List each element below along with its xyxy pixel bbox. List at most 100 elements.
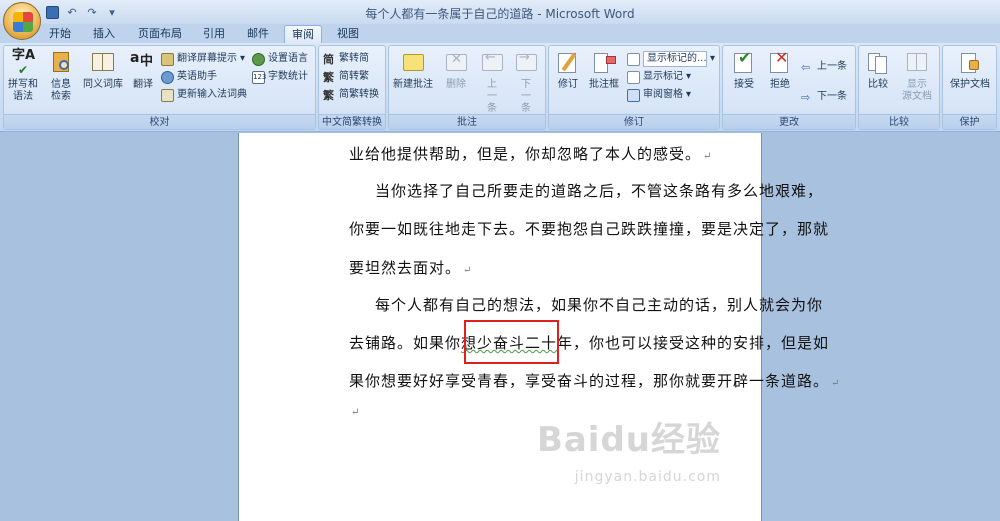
watermark-url: jingyan.baidu.com: [574, 469, 721, 485]
tab-review[interactable]: 审阅: [284, 25, 322, 43]
track-changes-label: 修订: [558, 79, 578, 90]
next-comment-label: 下一条: [521, 79, 531, 114]
delete-comment-icon: ✕: [443, 50, 469, 76]
display-for-review-dropdown[interactable]: 显示标记的... ▾: [627, 50, 715, 68]
thesaurus-label: 同义词库: [83, 79, 123, 90]
prev-comment-icon: ←: [479, 50, 505, 76]
tab-page-layout[interactable]: 页面布局: [132, 25, 188, 43]
english-assistant-icon: [161, 70, 174, 84]
compare-button[interactable]: 比较: [861, 50, 895, 91]
next-comment-button[interactable]: → 下一条: [509, 50, 543, 115]
update-ime-label: 更新输入法词典: [177, 89, 247, 100]
doc-line-text: 当你选择了自己所要走的道路之后，不管这条路有多么地艰难，: [375, 182, 824, 200]
reject-button[interactable]: ✕ 拒绝: [763, 50, 797, 91]
spelling-label: 拼写和 语法: [8, 79, 38, 102]
new-comment-icon: [400, 50, 426, 76]
translate-label: 翻译: [133, 79, 153, 90]
spelling-grammar-button[interactable]: 字A ✔ 拼写和 语法: [6, 49, 40, 103]
chinese-convert-button[interactable]: 繁 简繁转换: [323, 86, 379, 104]
tab-view[interactable]: 视图: [330, 25, 366, 43]
doc-line-text: 每个人都有自己的想法，如果你不自己主动的话，别人就会为你: [375, 296, 824, 314]
tab-insert[interactable]: 插入: [86, 25, 122, 43]
group-proofing-label: 校对: [4, 114, 315, 129]
group-tracking-label: 修订: [549, 114, 719, 129]
group-proofing: 字A ✔ 拼写和 语法 信息 检索 同义词库 a 中 翻译 翻译屏幕提示 ▾ 英…: [3, 45, 316, 130]
track-changes-icon: [555, 50, 581, 76]
english-assistant-label: 英语助手: [177, 71, 217, 82]
english-assistant-button[interactable]: 英语助手: [161, 68, 217, 86]
translate-icon: a 中: [130, 50, 154, 69]
delete-comment-button[interactable]: ✕ 删除: [439, 50, 473, 91]
paragraph-mark: ↵: [831, 378, 841, 389]
next-change-label: 下一条: [817, 91, 847, 102]
office-button[interactable]: [3, 2, 41, 40]
paragraph-mark: ↵: [463, 265, 473, 276]
balloons-button[interactable]: 批注框: [587, 50, 621, 91]
doc-line: 当你选择了自己所要走的道路之后，不管这条路有多么地艰难，: [375, 180, 823, 201]
show-markup-icon: [627, 70, 640, 84]
accept-button[interactable]: ✔ 接受: [727, 50, 761, 91]
reviewing-pane-button[interactable]: 审阅窗格 ▾: [627, 86, 691, 104]
title-bar: ↶ ↷ ▾ 每个人都有一条属于自己的道路 - Microsoft Word: [0, 0, 1000, 40]
thesaurus-button[interactable]: 同义词库: [80, 50, 126, 91]
translate-button[interactable]: a 中 翻译: [126, 50, 160, 91]
chinese-convert-icon: 繁: [323, 88, 334, 102]
group-protect: 保护文档 保护: [942, 45, 997, 130]
balloons-label: 批注框: [589, 79, 619, 90]
doc-line-text: 年，你也可以接受这种的安排，但是如: [557, 334, 830, 352]
to-traditional-label: 简转繁: [339, 71, 369, 82]
window-title: 每个人都有一条属于自己的道路 - Microsoft Word: [365, 7, 635, 21]
reject-label: 拒绝: [770, 79, 790, 90]
research-button[interactable]: 信息 检索: [44, 50, 78, 103]
to-simplified-button[interactable]: 简 繁转简: [323, 50, 369, 68]
set-language-button[interactable]: 设置语言: [252, 50, 308, 68]
group-comments-label: 批注: [389, 114, 545, 129]
document-page[interactable]: 业给他提供帮助，但是，你却忽略了本人的感受。 ↵ 当你选择了自己所要走的道路之后，…: [238, 133, 839, 521]
doc-line-text: 业给他提供帮助，但是，你却忽略了本人的感受。: [349, 145, 702, 163]
show-source-icon: [904, 50, 930, 76]
show-markup-button[interactable]: 显示标记 ▾: [627, 68, 691, 86]
next-comment-icon: →: [513, 50, 539, 76]
doc-line: 每个人都有自己的想法，如果你不自己主动的话，别人就会为你: [375, 294, 823, 315]
display-review-icon: [627, 52, 640, 66]
group-compare: 比较 显示 源文档 比较: [858, 45, 940, 130]
track-changes-button[interactable]: 修订: [551, 50, 585, 91]
prev-comment-button[interactable]: ← 上一条: [475, 50, 509, 115]
balloons-icon: [591, 50, 617, 76]
watermark-brand: Baidu经验: [536, 420, 721, 460]
update-ime-button[interactable]: 更新输入法词典: [161, 86, 247, 104]
baidu-watermark: Baidu经验 jingyan.baidu.com: [537, 412, 721, 485]
delete-comment-label: 删除: [446, 79, 466, 90]
doc-line-text: 果你想要好好享受青春，享受奋斗的过程，那你就要开辟一条道路。: [349, 372, 830, 390]
show-source-button[interactable]: 显示 源文档: [897, 50, 937, 103]
word-count-icon: 123: [252, 70, 266, 84]
group-tracking: 修订 批注框 显示标记的... ▾ 显示标记 ▾ 审阅窗格 ▾ 修订: [548, 45, 720, 130]
chevron-down-icon: ▾: [686, 89, 692, 100]
to-traditional-button[interactable]: 繁 简转繁: [323, 68, 369, 86]
prev-change-button[interactable]: ⇦ 上一条: [801, 58, 847, 76]
tab-mailings[interactable]: 邮件: [240, 25, 276, 43]
tab-home[interactable]: 开始: [42, 25, 78, 43]
set-language-label: 设置语言: [268, 53, 308, 64]
doc-line-text: 要坦然去面对。: [349, 259, 462, 277]
ribbon-tabs: 开始 插入 页面布局 引用 邮件 审阅 视图: [0, 24, 1000, 43]
reject-icon: ✕: [767, 50, 793, 76]
protect-document-button[interactable]: 保护文档: [945, 50, 995, 91]
protect-document-label: 保护文档: [950, 79, 990, 90]
word-count-button[interactable]: 123 字数统计: [252, 68, 308, 86]
next-change-button[interactable]: ⇨ 下一条: [801, 88, 847, 106]
prev-change-label: 上一条: [817, 61, 847, 72]
doc-line: 要坦然去面对。 ↵: [349, 257, 472, 278]
reviewing-pane-label: 审阅窗格: [643, 89, 683, 100]
research-book-icon: [48, 50, 74, 76]
reviewing-pane-icon: [627, 88, 640, 102]
new-comment-button[interactable]: 新建批注: [391, 50, 435, 91]
show-source-label: 显示 源文档: [902, 79, 932, 102]
to-simplified-icon: 简: [323, 52, 334, 66]
translate-tip-button[interactable]: 翻译屏幕提示 ▾: [161, 50, 245, 68]
tab-references[interactable]: 引用: [196, 25, 232, 43]
group-changes: ✔ 接受 ✕ 拒绝 ⇦ 上一条 ⇨ 下一条 更改: [722, 45, 856, 130]
doc-line: 去铺路。如果你想少奋斗二十年，你也可以接受这种的安排，但是如: [349, 332, 829, 353]
doc-line: 业给他提供帮助，但是，你却忽略了本人的感受。 ↵: [349, 143, 712, 164]
accept-icon: ✔: [731, 50, 757, 76]
